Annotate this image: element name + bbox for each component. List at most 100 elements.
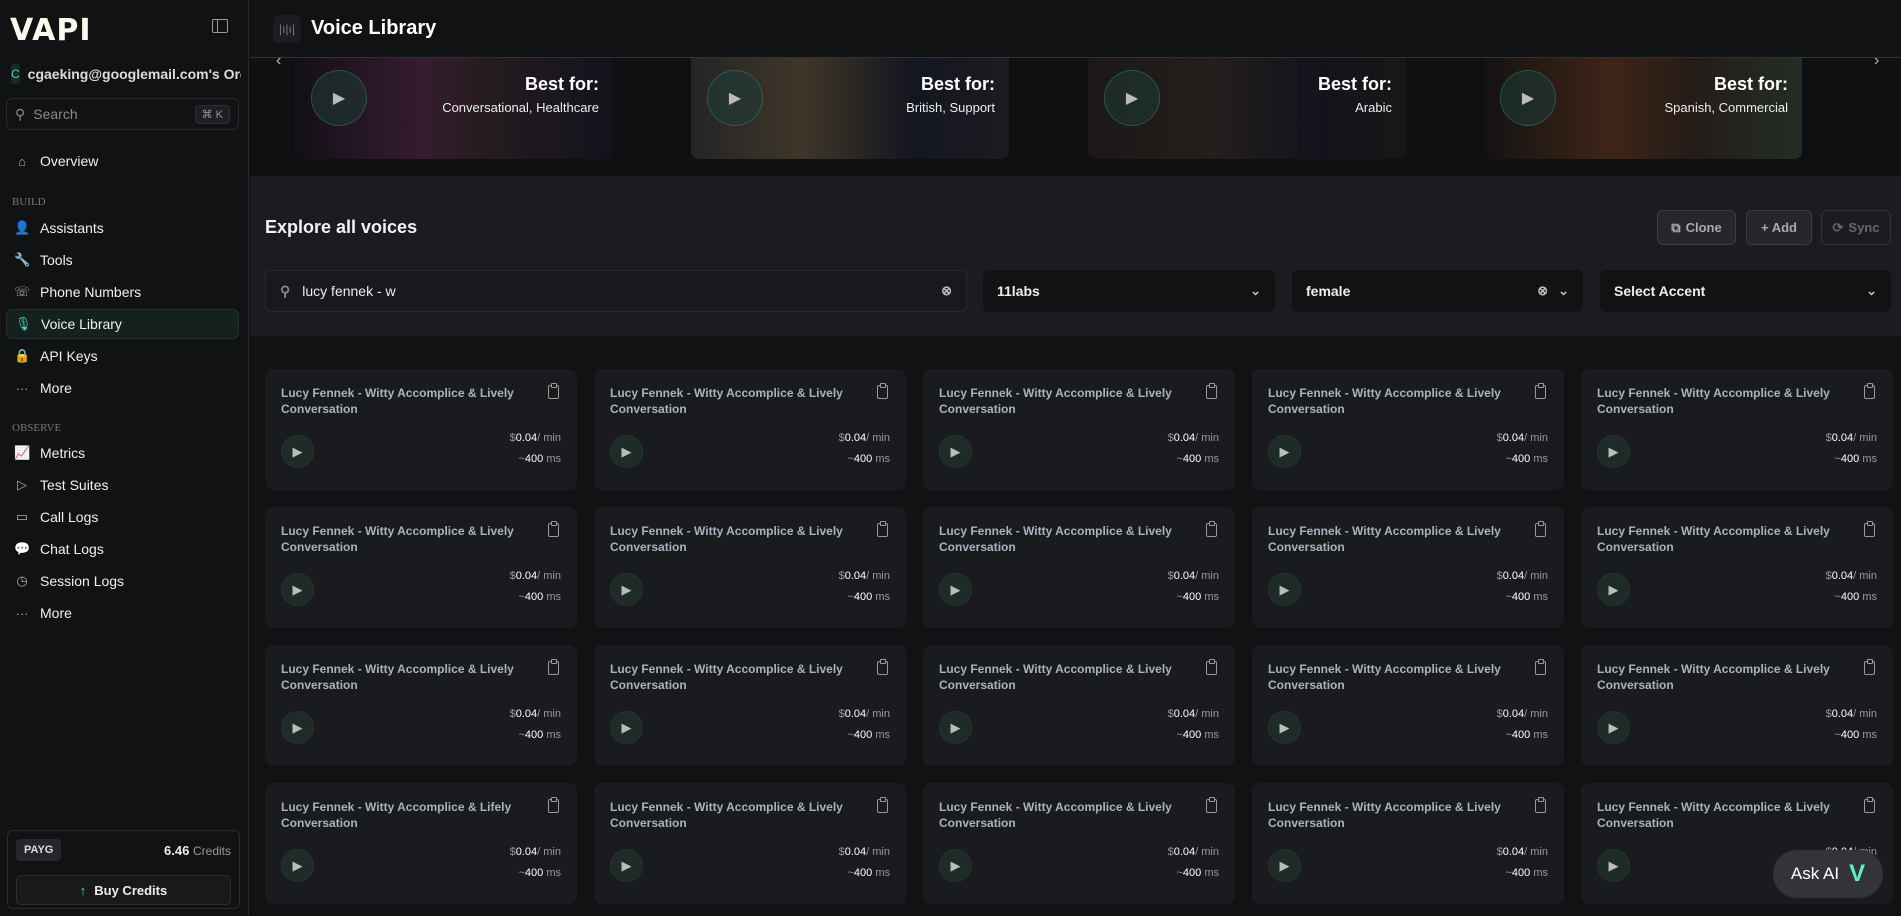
- play-icon[interactable]: ▶: [610, 711, 643, 744]
- voice-card[interactable]: Lucy Fennek - Witty Accomplice & Lively …: [923, 369, 1235, 490]
- play-icon[interactable]: ▶: [610, 435, 643, 468]
- play-icon[interactable]: ▶: [1500, 70, 1556, 126]
- clipboard-icon[interactable]: [1206, 659, 1217, 675]
- sidebar-item-voice-library[interactable]: 🎙 Voice Library: [6, 309, 239, 339]
- clipboard-icon[interactable]: [877, 659, 888, 675]
- voice-card[interactable]: Lucy Fennek - Witty Accomplice & Lively …: [1252, 783, 1564, 904]
- sidebar-item-metrics[interactable]: 📈 Metrics: [6, 438, 239, 468]
- clipboard-icon[interactable]: [1864, 797, 1875, 813]
- sidebar-item-call-logs[interactable]: ▭ Call Logs: [6, 502, 239, 532]
- play-icon[interactable]: ▶: [1597, 573, 1630, 606]
- play-icon[interactable]: ▶: [1597, 435, 1630, 468]
- play-icon[interactable]: ▶: [610, 849, 643, 882]
- play-icon[interactable]: ▶: [311, 70, 367, 126]
- play-icon[interactable]: ▶: [707, 70, 763, 126]
- play-icon[interactable]: ▶: [939, 849, 972, 882]
- voice-card[interactable]: Lucy Fennek - Witty Accomplice & Lively …: [265, 645, 577, 766]
- play-icon[interactable]: ▶: [939, 435, 972, 468]
- play-icon[interactable]: ▶: [1268, 435, 1301, 468]
- play-icon[interactable]: ▶: [939, 573, 972, 606]
- sidebar-item-chat-logs[interactable]: 💬 Chat Logs: [6, 534, 239, 564]
- sidebar-item-tools[interactable]: 🔧 Tools: [6, 245, 239, 275]
- voice-card[interactable]: Lucy Fennek - Witty Accomplice & Lively …: [1252, 507, 1564, 628]
- play-icon[interactable]: ▶: [281, 849, 314, 882]
- clear-gender-icon[interactable]: ⊗: [1537, 283, 1548, 299]
- sidebar-item-more[interactable]: ··· More: [6, 373, 239, 403]
- voice-search-input[interactable]: ⚲ lucy fennek - w ⊗: [265, 270, 967, 312]
- sidebar-item-test-suites[interactable]: ▷ Test Suites: [6, 470, 239, 500]
- voice-card[interactable]: Lucy Fennek - Witty Accomplice & Lively …: [1252, 369, 1564, 490]
- ask-ai-button[interactable]: Ask AI V: [1773, 850, 1883, 898]
- accent-select[interactable]: Select Accent ⌄: [1600, 270, 1891, 312]
- clear-search-icon[interactable]: ⊗: [941, 283, 952, 299]
- featured-voice-card[interactable]: ▶ Best for: Conversational, Healthcare: [295, 58, 613, 159]
- play-icon[interactable]: ▶: [1597, 849, 1630, 882]
- clipboard-icon[interactable]: [1864, 521, 1875, 537]
- add-button[interactable]: + Add: [1746, 210, 1812, 245]
- voice-card[interactable]: Lucy Fennek - Witty Accomplice & Lively …: [923, 783, 1235, 904]
- org-switcher[interactable]: C cgaeking@googlemail.com's Org: [11, 64, 241, 84]
- play-icon[interactable]: ▶: [939, 711, 972, 744]
- clipboard-icon[interactable]: [877, 521, 888, 537]
- page-header: |ı|ı| Voice Library: [250, 0, 1901, 58]
- vapi-logo[interactable]: VAPI: [10, 13, 92, 48]
- play-icon[interactable]: ▶: [1268, 573, 1301, 606]
- price-unit: / min: [1524, 570, 1548, 582]
- sidebar-toggle-icon[interactable]: [212, 19, 228, 33]
- play-icon[interactable]: ▶: [281, 573, 314, 606]
- carousel-next-icon[interactable]: ›: [1874, 52, 1879, 70]
- clipboard-icon[interactable]: [1535, 521, 1546, 537]
- carousel-prev-icon[interactable]: ‹: [276, 52, 281, 70]
- voice-card[interactable]: Lucy Fennek - Witty Accomplice & Lively …: [923, 507, 1235, 628]
- clipboard-icon[interactable]: [1864, 659, 1875, 675]
- clipboard-icon[interactable]: [1535, 797, 1546, 813]
- play-icon[interactable]: ▶: [281, 435, 314, 468]
- provider-select[interactable]: 11labs ⌄: [983, 270, 1275, 312]
- clipboard-icon[interactable]: [548, 383, 559, 399]
- clipboard-icon[interactable]: [1535, 659, 1546, 675]
- sidebar-item-more[interactable]: ··· More: [6, 598, 239, 628]
- voice-card[interactable]: Lucy Fennek - Witty Accomplice & Lively …: [594, 783, 906, 904]
- sidebar-search[interactable]: ⚲ Search ⌘ K: [6, 98, 239, 130]
- sidebar-item-api-keys[interactable]: 🔒 API Keys: [6, 341, 239, 371]
- play-icon[interactable]: ▶: [1268, 849, 1301, 882]
- clipboard-icon[interactable]: [877, 797, 888, 813]
- sidebar-item-session-logs[interactable]: ◷ Session Logs: [6, 566, 239, 596]
- clipboard-icon[interactable]: [877, 383, 888, 399]
- clipboard-icon[interactable]: [1206, 521, 1217, 537]
- clipboard-icon[interactable]: [548, 521, 559, 537]
- featured-voice-card[interactable]: ▶ Best for: British, Support: [691, 58, 1009, 159]
- voice-card[interactable]: Lucy Fennek - Witty Accomplice & Lively …: [1581, 369, 1893, 490]
- voice-card[interactable]: Lucy Fennek - Witty Accomplice & Lively …: [1581, 645, 1893, 766]
- clipboard-icon[interactable]: [548, 797, 559, 813]
- sidebar-item-phone-numbers[interactable]: ☏ Phone Numbers: [6, 277, 239, 307]
- voice-card[interactable]: Lucy Fennek - Witty Accomplice & Lively …: [265, 507, 577, 628]
- play-icon[interactable]: ▶: [1104, 70, 1160, 126]
- sync-button[interactable]: ⟳ Sync: [1821, 210, 1891, 245]
- clone-button[interactable]: ⧉ Clone: [1657, 210, 1736, 245]
- voice-card[interactable]: Lucy Fennek - Witty Accomplice & Lively …: [923, 645, 1235, 766]
- play-icon[interactable]: ▶: [281, 711, 314, 744]
- clipboard-icon[interactable]: [1864, 383, 1875, 399]
- featured-voice-card[interactable]: ▶ Best for: Spanish, Commercial: [1484, 58, 1802, 159]
- buy-credits-button[interactable]: ↑ Buy Credits: [16, 875, 231, 905]
- voice-card[interactable]: Lucy Fennek - Witty Accomplice & Lifely …: [265, 783, 577, 904]
- voice-card[interactable]: Lucy Fennek - Witty Accomplice & Lively …: [1581, 507, 1893, 628]
- play-icon[interactable]: ▶: [1597, 711, 1630, 744]
- clipboard-icon[interactable]: [548, 659, 559, 675]
- sidebar-item-assistants[interactable]: 👤 Assistants: [6, 213, 239, 243]
- clipboard-icon[interactable]: [1206, 383, 1217, 399]
- voice-card[interactable]: Lucy Fennek - Witty Accomplice & Lively …: [594, 369, 906, 490]
- voice-card[interactable]: Lucy Fennek - Witty Accomplice & Lively …: [1252, 645, 1564, 766]
- play-icon[interactable]: ▶: [610, 573, 643, 606]
- voice-card[interactable]: Lucy Fennek - Witty Accomplice & Lively …: [594, 507, 906, 628]
- voice-card[interactable]: Lucy Fennek - Witty Accomplice & Lively …: [265, 369, 577, 490]
- credits-panel: PAYG 6.46 Credits ↑ Buy Credits: [7, 830, 240, 909]
- gender-select[interactable]: female ⊗ ⌄: [1292, 270, 1583, 312]
- sidebar-item-overview[interactable]: ⌂ Overview: [6, 146, 239, 176]
- clipboard-icon[interactable]: [1206, 797, 1217, 813]
- play-icon[interactable]: ▶: [1268, 711, 1301, 744]
- voice-card[interactable]: Lucy Fennek - Witty Accomplice & Lively …: [594, 645, 906, 766]
- featured-voice-card[interactable]: ▶ Best for: Arabic: [1088, 58, 1406, 159]
- clipboard-icon[interactable]: [1535, 383, 1546, 399]
